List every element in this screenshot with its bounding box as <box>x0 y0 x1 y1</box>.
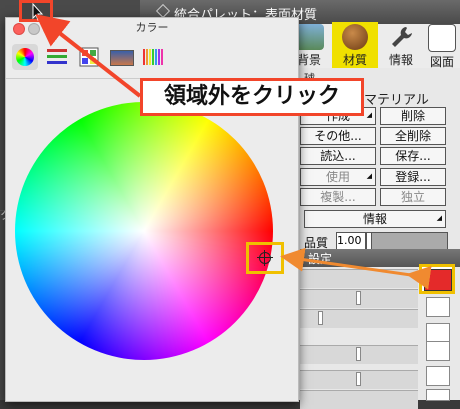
callout-arrow <box>35 14 142 98</box>
callout-label: 領域外をクリック <box>140 78 364 116</box>
annotation-arrows <box>35 14 432 290</box>
swatch-arrow-to-crosshair <box>280 247 432 290</box>
